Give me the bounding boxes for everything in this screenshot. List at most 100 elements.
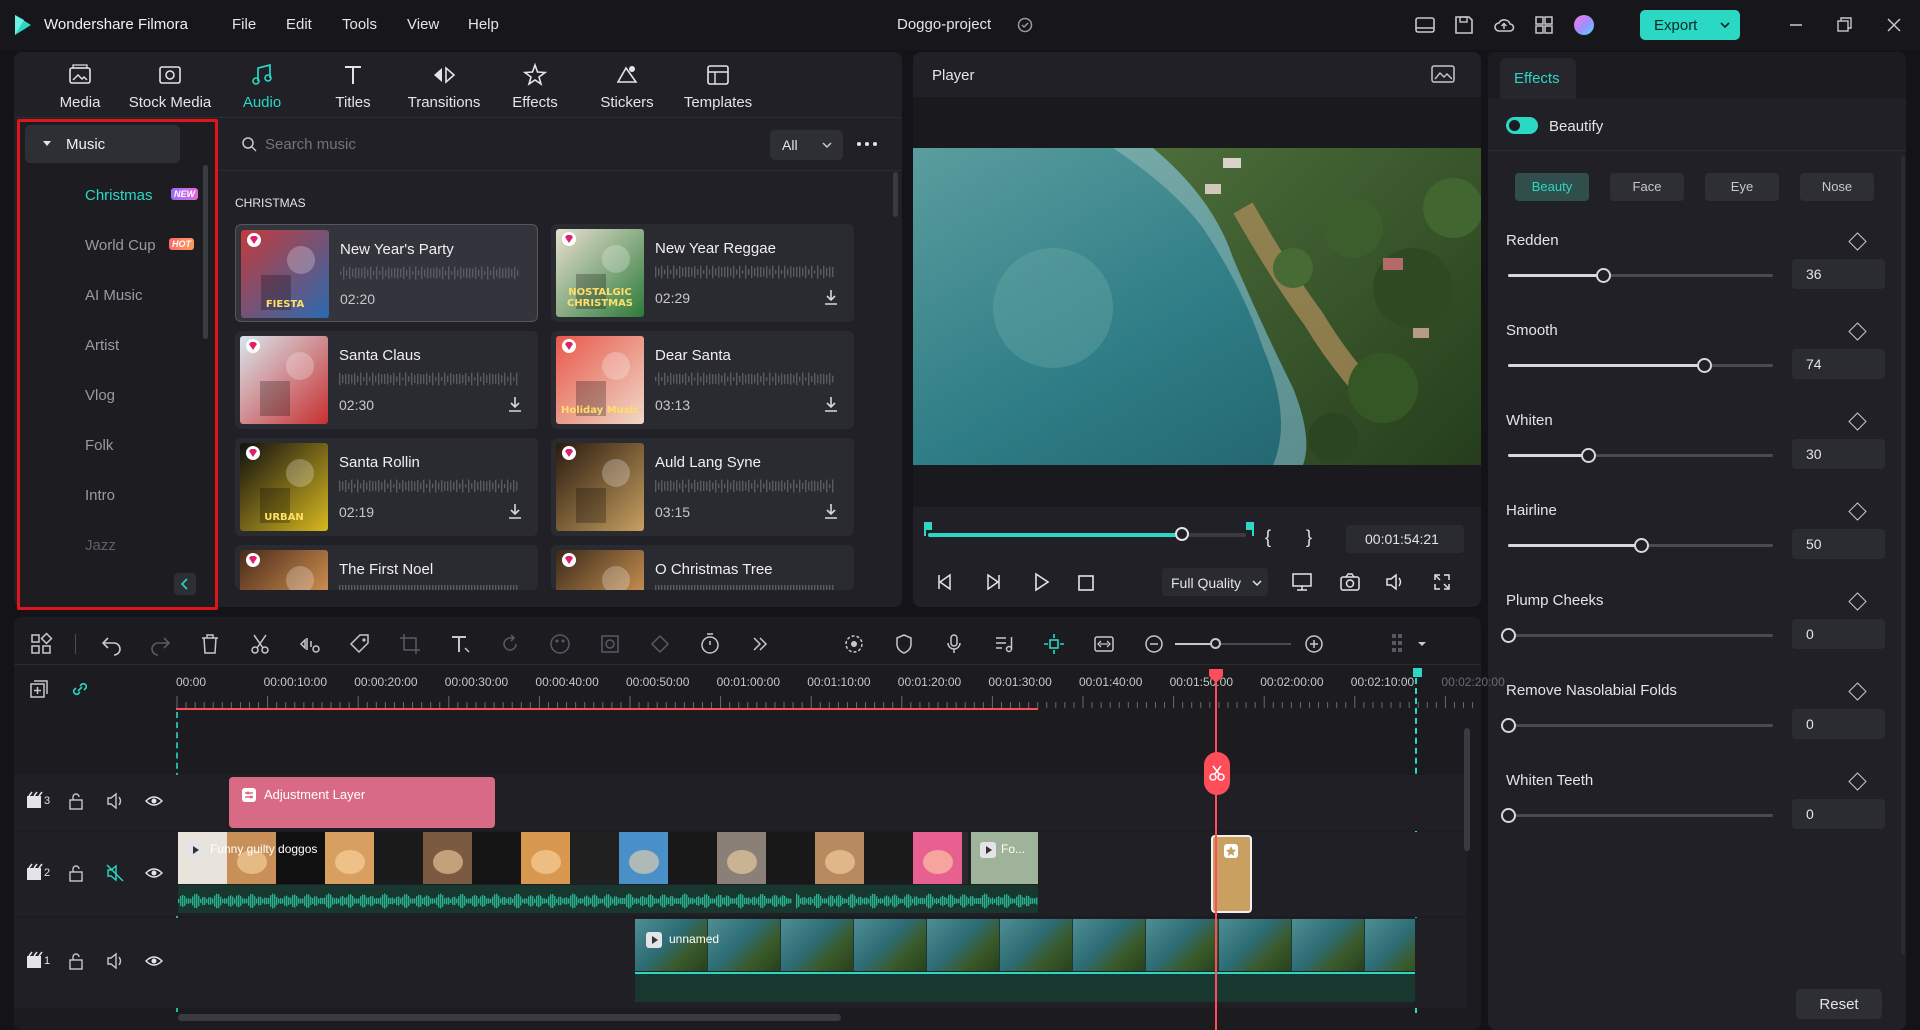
- stabilize-icon[interactable]: [648, 632, 672, 656]
- tab-effects[interactable]: Effects: [1500, 58, 1576, 99]
- delete-icon[interactable]: [198, 632, 222, 656]
- effect-value-input[interactable]: 0: [1792, 799, 1885, 829]
- tab-stickers[interactable]: Stickers: [582, 62, 672, 111]
- marker-frame-icon[interactable]: [1092, 632, 1116, 656]
- download-icon[interactable]: [506, 502, 524, 520]
- microphone-icon[interactable]: [942, 632, 966, 656]
- mark-in-flag-icon[interactable]: [924, 522, 934, 536]
- mark-out-flag-icon[interactable]: [1245, 522, 1255, 536]
- video-clip-unnamed[interactable]: unnamed: [635, 919, 1415, 971]
- effect-slider[interactable]: [1508, 268, 1773, 283]
- playback-scrubber[interactable]: [928, 527, 1246, 541]
- subtab-eye[interactable]: Eye: [1705, 173, 1779, 201]
- eye-icon[interactable]: [144, 863, 164, 883]
- zoom-in-icon[interactable]: [1304, 634, 1324, 654]
- shield-icon[interactable]: [892, 632, 916, 656]
- subtab-beauty[interactable]: Beauty: [1515, 173, 1589, 201]
- restore-icon[interactable]: [1833, 14, 1855, 36]
- adjustment-layer-clip[interactable]: Adjustment Layer: [229, 777, 495, 828]
- ai-snap-icon[interactable]: [1042, 632, 1066, 656]
- layout-grid-icon[interactable]: [29, 632, 53, 656]
- sidebar-item-artist[interactable]: Artist: [85, 337, 119, 354]
- menu-help[interactable]: Help: [468, 16, 499, 33]
- tab-stock-media[interactable]: Stock Media: [125, 62, 215, 111]
- music-card[interactable]: FIESTA New Year's Party 02:20: [235, 224, 538, 322]
- tag-icon[interactable]: [348, 632, 372, 656]
- music-list-scrollbar[interactable]: [893, 172, 898, 217]
- download-icon[interactable]: [822, 288, 840, 306]
- sidebar-item-vlog[interactable]: Vlog: [85, 387, 115, 404]
- sidebar-item-world-cup[interactable]: World Cup: [85, 237, 156, 254]
- split-scissors-button[interactable]: [1204, 752, 1230, 795]
- track-layout-icon[interactable]: [1390, 632, 1428, 656]
- render-icon[interactable]: [842, 632, 866, 656]
- tab-audio[interactable]: Audio: [217, 62, 307, 111]
- text-icon[interactable]: [448, 632, 472, 656]
- music-card[interactable]: Auld Lang Syne 03:15: [551, 438, 854, 536]
- lock-icon[interactable]: [66, 951, 86, 971]
- audio-edit-icon[interactable]: [298, 632, 322, 656]
- mute-icon[interactable]: [105, 863, 125, 883]
- undo-icon[interactable]: [100, 632, 124, 656]
- effect-slider[interactable]: [1508, 538, 1773, 553]
- effect-slider[interactable]: [1501, 718, 1773, 733]
- sidebar-item-music[interactable]: Music: [25, 125, 180, 163]
- music-card[interactable]: Santa Claus 02:30: [235, 331, 538, 429]
- effects-scrollbar[interactable]: [1901, 155, 1905, 955]
- speaker-icon[interactable]: [105, 791, 125, 811]
- avatar[interactable]: [1573, 14, 1595, 36]
- sidebar-item-intro[interactable]: Intro: [85, 487, 115, 504]
- quality-dropdown[interactable]: Full Quality: [1162, 568, 1268, 596]
- zoom-slider[interactable]: [1175, 638, 1291, 649]
- music-card[interactable]: Holiday Music Dear Santa 03:13: [551, 331, 854, 429]
- mask-icon[interactable]: [598, 632, 622, 656]
- camera-snapshot-icon[interactable]: [1339, 572, 1361, 592]
- sidebar-item-jazz[interactable]: Jazz: [85, 537, 116, 554]
- mark-out-button[interactable]: }: [1306, 527, 1312, 548]
- effect-value-input[interactable]: 50: [1792, 529, 1885, 559]
- play-icon[interactable]: [1031, 572, 1051, 592]
- zoom-out-icon[interactable]: [1144, 634, 1164, 654]
- effect-slider[interactable]: [1501, 808, 1773, 823]
- speed-timer-icon[interactable]: [698, 632, 722, 656]
- sidebar-scrollbar[interactable]: [203, 165, 208, 339]
- music-card[interactable]: O Christmas Tree: [551, 545, 854, 590]
- effect-value-input[interactable]: 74: [1792, 349, 1885, 379]
- snapshot-view-icon[interactable]: [1431, 64, 1455, 84]
- more-options-icon[interactable]: [856, 136, 878, 152]
- minimize-icon[interactable]: [1785, 14, 1807, 36]
- close-icon[interactable]: [1883, 14, 1905, 36]
- video-clip-fo[interactable]: Fo...: [971, 832, 1038, 884]
- display-settings-icon[interactable]: [1291, 572, 1313, 592]
- effect-value-input[interactable]: 0: [1792, 709, 1885, 739]
- menu-edit[interactable]: Edit: [286, 16, 312, 33]
- sidebar-item-folk[interactable]: Folk: [85, 437, 113, 454]
- fullscreen-icon[interactable]: [1432, 572, 1452, 592]
- menu-tools[interactable]: Tools: [342, 16, 377, 33]
- slider-handle[interactable]: [1633, 538, 1649, 553]
- music-card[interactable]: The First Noel: [235, 545, 538, 590]
- speaker-icon[interactable]: [105, 951, 125, 971]
- slider-handle[interactable]: [1501, 628, 1516, 643]
- playhead-handle[interactable]: [1208, 668, 1224, 684]
- save-icon[interactable]: [1453, 14, 1475, 36]
- slider-handle[interactable]: [1501, 718, 1516, 733]
- redo-icon[interactable]: [148, 632, 172, 656]
- sticker-clip[interactable]: [1211, 835, 1252, 913]
- video-preview[interactable]: [913, 148, 1481, 465]
- slider-handle[interactable]: [1501, 808, 1516, 823]
- timeline-horizontal-scrollbar[interactable]: [178, 1014, 841, 1021]
- effect-slider[interactable]: [1508, 358, 1773, 373]
- tab-effects[interactable]: Effects: [490, 62, 580, 111]
- search-input[interactable]: [265, 131, 755, 157]
- menu-file[interactable]: File: [232, 16, 256, 33]
- tab-templates[interactable]: Templates: [673, 62, 763, 111]
- eye-icon[interactable]: [144, 791, 164, 811]
- tab-titles[interactable]: Titles: [308, 62, 398, 111]
- step-back-icon[interactable]: [935, 572, 955, 592]
- eye-icon[interactable]: [144, 951, 164, 971]
- effect-slider[interactable]: [1501, 628, 1773, 643]
- zoom-handle[interactable]: [1210, 638, 1221, 649]
- step-forward-icon[interactable]: [983, 572, 1003, 592]
- lock-icon[interactable]: [66, 863, 86, 883]
